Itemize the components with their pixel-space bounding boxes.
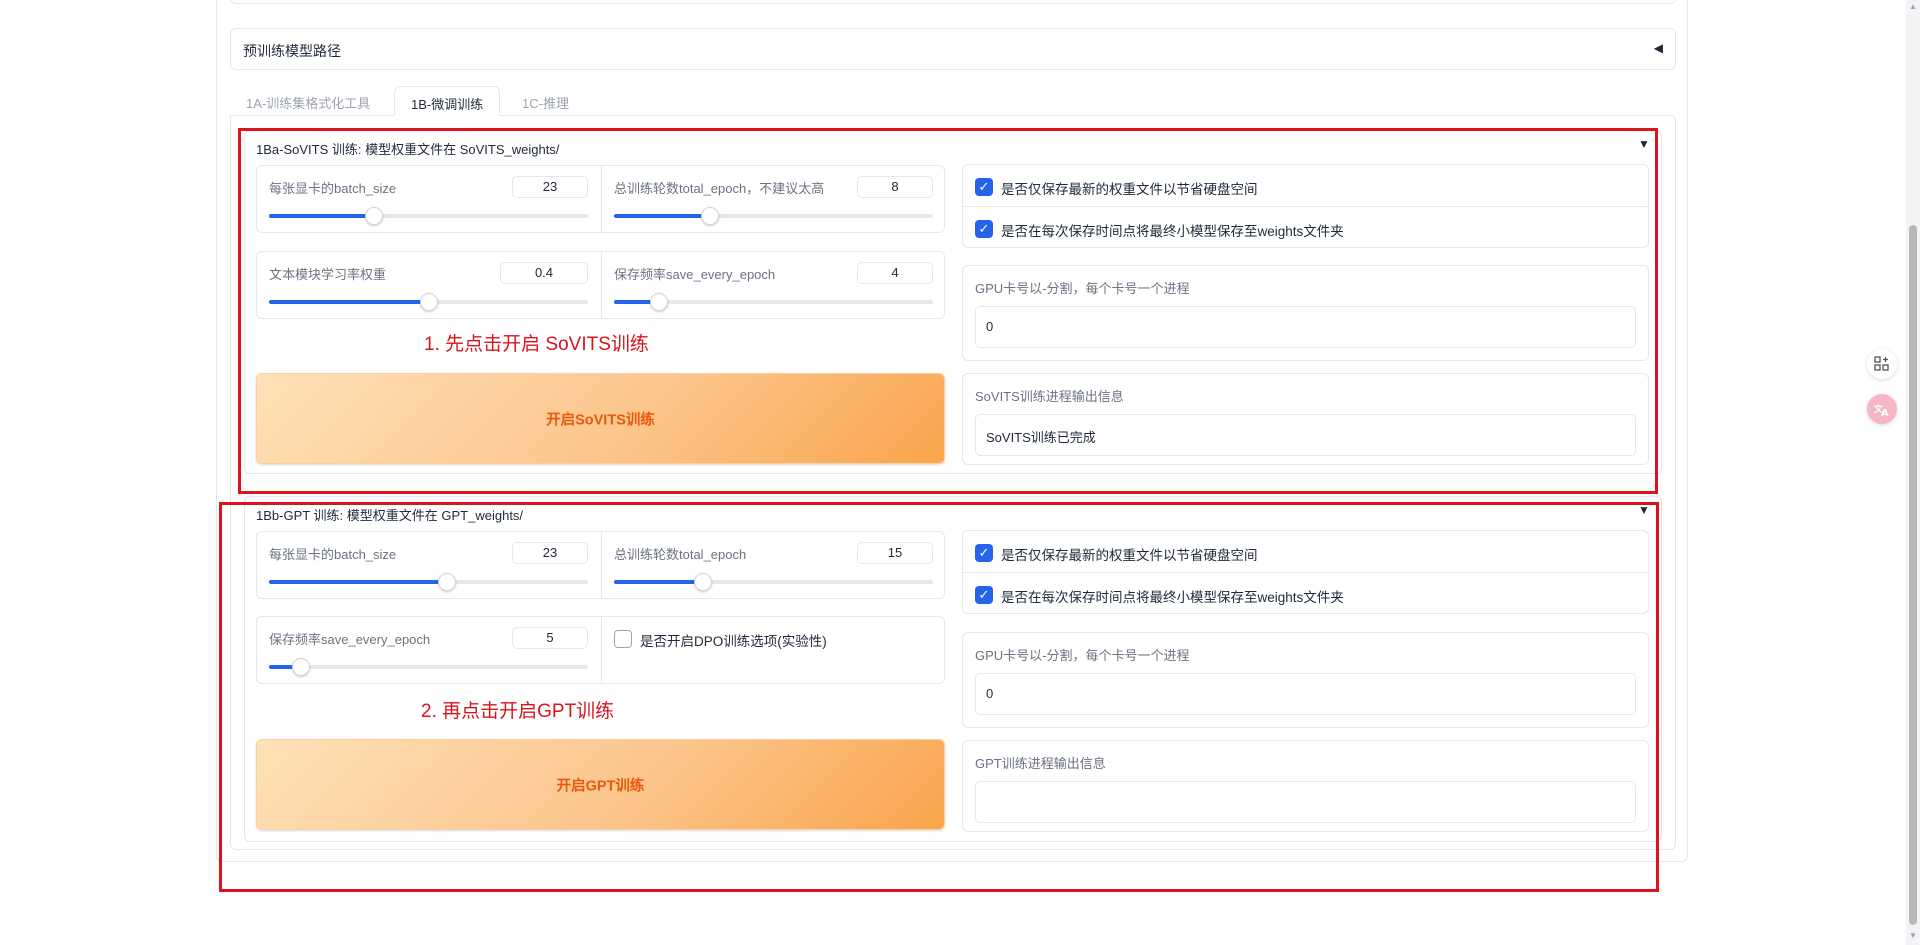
annotation-step1-text: 1. 先点击开启 SoVITS训练	[424, 334, 649, 355]
annotation-box-step1	[238, 128, 1658, 494]
previous-section	[230, 0, 1676, 4]
accordion-label: 预训练模型路径	[243, 43, 341, 59]
scroll-up-icon[interactable]: ▲	[1909, 2, 1917, 11]
svg-text:A: A	[1881, 408, 1889, 418]
scroll-down-icon[interactable]: ▼	[1909, 931, 1917, 940]
pretrained-model-path-accordion[interactable]: 预训练模型路径 ◀	[230, 28, 1676, 70]
vertical-scrollbar[interactable]: ▲ ▼	[1906, 0, 1920, 945]
annotation-step2-text: 2. 再点击开启GPT训练	[421, 701, 615, 722]
grid-plus-icon[interactable]	[1867, 349, 1897, 379]
tab-inference[interactable]: 1C-推理	[506, 86, 585, 116]
tab-finetune-training[interactable]: 1B-微调训练	[394, 86, 501, 116]
caret-left-icon[interactable]: ◀	[1654, 41, 1663, 55]
translate-icon[interactable]: 文 A	[1867, 394, 1897, 424]
tab-dataset-format[interactable]: 1A-训练集格式化工具	[230, 86, 386, 116]
scroll-thumb[interactable]	[1909, 225, 1917, 925]
